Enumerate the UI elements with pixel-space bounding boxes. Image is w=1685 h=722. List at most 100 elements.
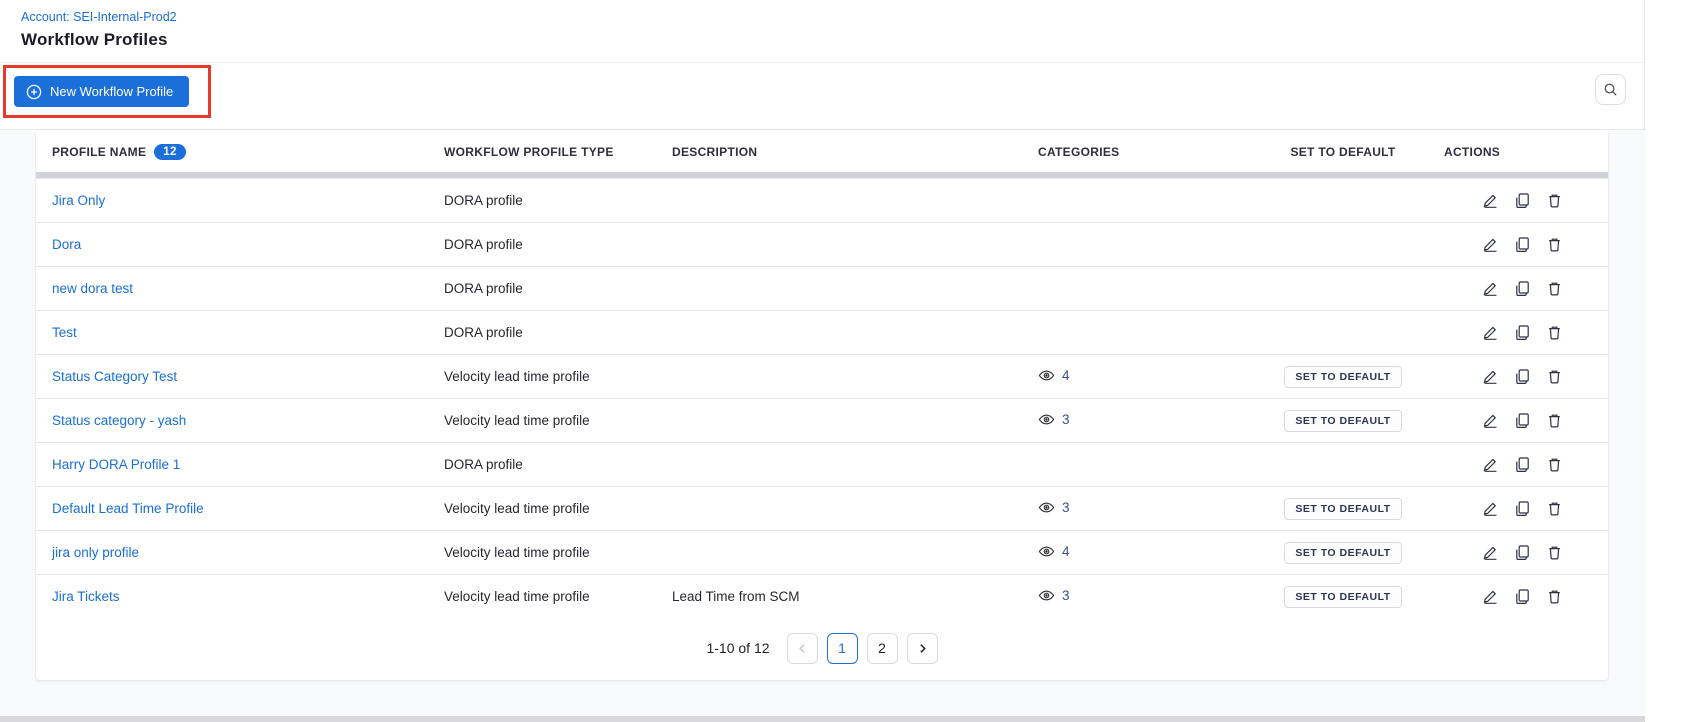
delete-icon[interactable] bbox=[1546, 192, 1563, 209]
duplicate-icon[interactable] bbox=[1514, 192, 1531, 209]
duplicate-icon[interactable] bbox=[1514, 280, 1531, 297]
categories-count: 3 bbox=[1062, 500, 1070, 515]
profile-name-link[interactable]: new dora test bbox=[52, 281, 133, 296]
profile-name-link[interactable]: Status Category Test bbox=[52, 369, 177, 384]
column-header-profile-name: PROFILE NAME12 bbox=[36, 131, 428, 172]
profiles-table-card: PROFILE NAME12 WORKFLOW PROFILE TYPE DES… bbox=[36, 131, 1608, 680]
profile-description-cell bbox=[656, 399, 1022, 443]
row-actions bbox=[1444, 544, 1600, 561]
delete-icon[interactable] bbox=[1546, 588, 1563, 605]
row-actions bbox=[1444, 280, 1600, 297]
delete-icon[interactable] bbox=[1546, 456, 1563, 473]
categories-count: 3 bbox=[1062, 588, 1070, 603]
edit-icon[interactable] bbox=[1482, 236, 1499, 253]
profile-name-link[interactable]: jira only profile bbox=[52, 545, 139, 560]
profile-name-link[interactable]: Dora bbox=[52, 237, 81, 252]
table-row: Status Category Test Velocity lead time … bbox=[36, 355, 1608, 399]
eye-icon bbox=[1038, 587, 1055, 604]
profile-type-cell: DORA profile bbox=[428, 223, 656, 267]
profile-type-cell: DORA profile bbox=[428, 179, 656, 223]
search-button[interactable] bbox=[1595, 74, 1626, 105]
duplicate-icon[interactable] bbox=[1514, 368, 1531, 385]
duplicate-icon[interactable] bbox=[1514, 500, 1531, 517]
pagination-prev-button[interactable] bbox=[787, 633, 818, 664]
eye-icon bbox=[1038, 499, 1055, 516]
delete-icon[interactable] bbox=[1546, 236, 1563, 253]
delete-icon[interactable] bbox=[1546, 280, 1563, 297]
profile-name-link[interactable]: Jira Tickets bbox=[52, 589, 120, 604]
row-actions bbox=[1444, 412, 1600, 429]
duplicate-icon[interactable] bbox=[1514, 412, 1531, 429]
profiles-table: PROFILE NAME12 WORKFLOW PROFILE TYPE DES… bbox=[36, 131, 1608, 172]
edit-icon[interactable] bbox=[1482, 544, 1499, 561]
profile-name-link[interactable]: Jira Only bbox=[52, 193, 105, 208]
categories-count: 4 bbox=[1062, 368, 1070, 383]
profile-type-cell: DORA profile bbox=[428, 267, 656, 311]
categories-preview[interactable]: 4 bbox=[1038, 543, 1070, 560]
column-header-type: WORKFLOW PROFILE TYPE bbox=[428, 131, 656, 172]
edit-icon[interactable] bbox=[1482, 500, 1499, 517]
edit-icon[interactable] bbox=[1482, 588, 1499, 605]
delete-icon[interactable] bbox=[1546, 368, 1563, 385]
chevron-right-icon bbox=[917, 643, 928, 654]
profile-type-cell: Velocity lead time profile bbox=[428, 399, 656, 443]
table-row: Test DORA profile bbox=[36, 311, 1608, 355]
table-row: Jira Tickets Velocity lead time profile … bbox=[36, 575, 1608, 619]
categories-preview[interactable]: 3 bbox=[1038, 587, 1070, 604]
page-title: Workflow Profiles bbox=[21, 30, 1644, 50]
workflow-profiles-page: Account: SEI-Internal-Prod2 Workflow Pro… bbox=[0, 0, 1685, 722]
row-actions bbox=[1444, 588, 1600, 605]
edit-icon[interactable] bbox=[1482, 324, 1499, 341]
pagination-page-2-button[interactable]: 2 bbox=[867, 633, 898, 664]
delete-icon[interactable] bbox=[1546, 500, 1563, 517]
delete-icon[interactable] bbox=[1546, 544, 1563, 561]
profile-description-cell bbox=[656, 223, 1022, 267]
profile-name-link[interactable]: Status category - yash bbox=[52, 413, 186, 428]
categories-preview[interactable]: 3 bbox=[1038, 411, 1070, 428]
duplicate-icon[interactable] bbox=[1514, 456, 1531, 473]
profile-name-link[interactable]: Test bbox=[52, 325, 77, 340]
categories-count: 3 bbox=[1062, 412, 1070, 427]
delete-icon[interactable] bbox=[1546, 412, 1563, 429]
new-workflow-profile-label: New Workflow Profile bbox=[50, 84, 173, 99]
bottom-scrollbar-band[interactable] bbox=[0, 716, 1645, 722]
categories-count: 4 bbox=[1062, 544, 1070, 559]
edit-icon[interactable] bbox=[1482, 192, 1499, 209]
set-to-default-badge: SET TO DEFAULT bbox=[1284, 586, 1401, 608]
table-body: Jira Only DORA profile bbox=[36, 179, 1608, 619]
categories-preview[interactable]: 4 bbox=[1038, 367, 1070, 384]
profile-description-cell bbox=[656, 179, 1022, 223]
duplicate-icon[interactable] bbox=[1514, 588, 1531, 605]
profile-type-cell: Velocity lead time profile bbox=[428, 531, 656, 575]
duplicate-icon[interactable] bbox=[1514, 544, 1531, 561]
profile-type-cell: DORA profile bbox=[428, 311, 656, 355]
column-header-default: SET TO DEFAULT bbox=[1250, 131, 1428, 172]
duplicate-icon[interactable] bbox=[1514, 236, 1531, 253]
categories-preview[interactable]: 3 bbox=[1038, 499, 1070, 516]
edit-icon[interactable] bbox=[1482, 456, 1499, 473]
pagination-range-text: 1-10 of 12 bbox=[706, 640, 769, 656]
row-actions bbox=[1444, 324, 1600, 341]
profile-name-link[interactable]: Default Lead Time Profile bbox=[52, 501, 204, 516]
new-workflow-profile-button[interactable]: New Workflow Profile bbox=[14, 76, 189, 107]
edit-icon[interactable] bbox=[1482, 368, 1499, 385]
edit-icon[interactable] bbox=[1482, 412, 1499, 429]
table-row: new dora test DORA profile bbox=[36, 267, 1608, 311]
row-actions bbox=[1444, 236, 1600, 253]
table-header: PROFILE NAME12 WORKFLOW PROFILE TYPE DES… bbox=[36, 131, 1608, 172]
row-actions bbox=[1444, 456, 1600, 473]
eye-icon bbox=[1038, 543, 1055, 560]
table-row: Dora DORA profile bbox=[36, 223, 1608, 267]
account-breadcrumb-link[interactable]: Account: SEI-Internal-Prod2 bbox=[21, 10, 177, 24]
edit-icon[interactable] bbox=[1482, 280, 1499, 297]
profile-name-link[interactable]: Harry DORA Profile 1 bbox=[52, 457, 180, 472]
profile-description-cell bbox=[656, 487, 1022, 531]
delete-icon[interactable] bbox=[1546, 324, 1563, 341]
profile-type-cell: DORA profile bbox=[428, 443, 656, 487]
profile-description-cell bbox=[656, 531, 1022, 575]
row-actions bbox=[1444, 368, 1600, 385]
pagination-next-button[interactable] bbox=[907, 633, 938, 664]
duplicate-icon[interactable] bbox=[1514, 324, 1531, 341]
pagination-page-1-button[interactable]: 1 bbox=[827, 633, 858, 664]
profile-type-cell: Velocity lead time profile bbox=[428, 355, 656, 399]
